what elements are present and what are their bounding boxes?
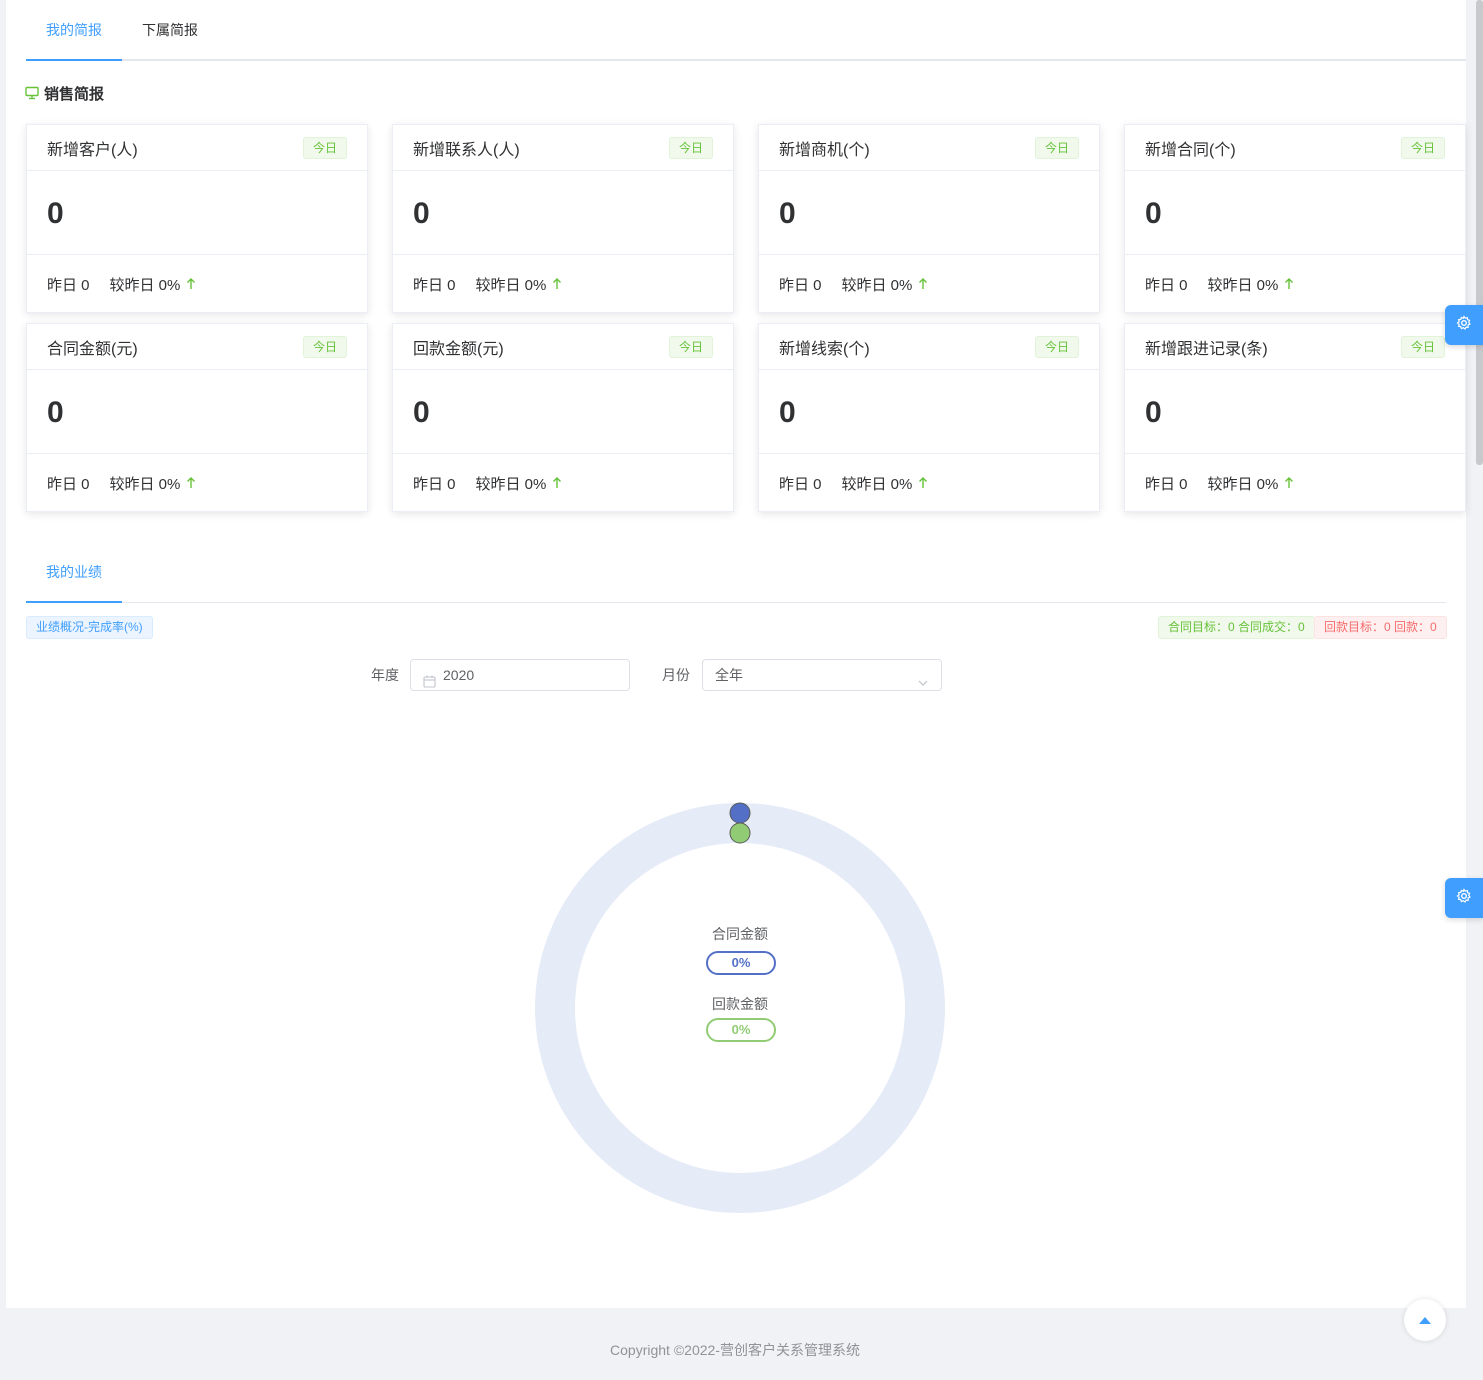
- brief-tabs: 我的简报 下属简报: [26, 0, 1466, 61]
- payment-progress-marker: [729, 822, 751, 844]
- card-value: 0: [759, 171, 1099, 255]
- payment-percent-pill: 0%: [706, 1018, 776, 1042]
- yesterday-value: 昨日 0: [779, 475, 822, 493]
- compare-value: 较昨日 0%: [1207, 276, 1279, 294]
- yesterday-value: 昨日 0: [1145, 276, 1188, 294]
- arrow-up-icon: [186, 477, 196, 489]
- tab-active-indicator: [26, 601, 122, 603]
- today-tag: 今日: [668, 335, 713, 358]
- tab-my-performance[interactable]: 我的业绩: [26, 543, 122, 603]
- stat-card-new-contracts: 新增合同(个) 今日 0 昨日 0 较昨日 0%: [1124, 124, 1466, 313]
- card-value: 0: [393, 171, 733, 255]
- compare-value: 较昨日 0%: [109, 475, 181, 493]
- stat-card-new-leads: 新增线索(个) 今日 0 昨日 0 较昨日 0%: [758, 323, 1100, 512]
- month-select[interactable]: 全年: [702, 659, 942, 691]
- settings-button-secondary[interactable]: [1445, 878, 1483, 918]
- stat-card-payment-amount: 回款金额(元) 今日 0 昨日 0 较昨日 0%: [392, 323, 734, 512]
- card-title: 新增商机(个): [779, 141, 870, 159]
- yesterday-value: 昨日 0: [779, 276, 822, 294]
- main-content: 我的简报 下属简报 销售简报 新增客户(人) 今日 0 昨日 0 较昨日 0% 新增…: [6, 0, 1466, 1308]
- tab-active-indicator: [26, 59, 122, 61]
- card-value: 0: [27, 370, 367, 454]
- performance-tabs: 我的业绩: [26, 543, 1446, 603]
- compare-value: 较昨日 0%: [841, 475, 913, 493]
- tab-subordinate-brief[interactable]: 下属简报: [122, 0, 218, 61]
- arrow-up-icon: [552, 278, 562, 290]
- contract-summary-tag: 合同目标：0 合同成交：0: [1158, 616, 1315, 639]
- stat-card-new-opportunities: 新增商机(个) 今日 0 昨日 0 较昨日 0%: [758, 124, 1100, 313]
- contract-percent-pill: 0%: [706, 951, 776, 975]
- settings-button[interactable]: [1445, 305, 1483, 345]
- tab-my-brief[interactable]: 我的简报: [26, 0, 122, 61]
- today-tag: 今日: [1400, 335, 1445, 358]
- payment-summary-tag: 回款目标：0 回款：0: [1314, 616, 1447, 639]
- year-label: 年度: [371, 667, 399, 683]
- compare-value: 较昨日 0%: [1207, 475, 1279, 493]
- performance-overview-tag: 业绩概况-完成率(%): [26, 616, 153, 639]
- gear-icon: [1456, 887, 1472, 909]
- year-picker[interactable]: 2020: [410, 659, 630, 691]
- arrow-up-icon: [918, 278, 928, 290]
- stat-card-new-contacts: 新增联系人(人) 今日 0 昨日 0 较昨日 0%: [392, 124, 734, 313]
- card-value: 0: [393, 370, 733, 454]
- calendar-icon: [423, 668, 436, 698]
- today-tag: 今日: [1400, 136, 1445, 159]
- performance-ring-chart: 合同金额 0% 回款金额 0%: [510, 778, 970, 1238]
- arrow-up-icon: [1284, 477, 1294, 489]
- card-title: 新增客户(人): [47, 141, 138, 159]
- card-title: 新增联系人(人): [413, 141, 520, 159]
- stat-card-new-customers: 新增客户(人) 今日 0 昨日 0 较昨日 0%: [26, 124, 368, 313]
- section-title: 销售简报: [44, 85, 105, 103]
- page-scrollbar[interactable]: [1476, 0, 1483, 465]
- card-value: 0: [1125, 171, 1465, 255]
- gear-icon: [1456, 314, 1472, 336]
- chevron-down-icon: [917, 669, 929, 699]
- today-tag: 今日: [668, 136, 713, 159]
- caret-up-icon: [1419, 1311, 1431, 1329]
- card-title: 新增合同(个): [1145, 141, 1236, 159]
- month-label: 月份: [662, 667, 690, 683]
- yesterday-value: 昨日 0: [47, 475, 90, 493]
- yesterday-value: 昨日 0: [1145, 475, 1188, 493]
- compare-value: 较昨日 0%: [109, 276, 181, 294]
- card-value: 0: [27, 171, 367, 255]
- stat-card-contract-amount: 合同金额(元) 今日 0 昨日 0 较昨日 0%: [26, 323, 368, 512]
- yesterday-value: 昨日 0: [413, 276, 456, 294]
- yesterday-value: 昨日 0: [47, 276, 90, 294]
- month-value: 全年: [715, 667, 743, 683]
- today-tag: 今日: [1034, 335, 1079, 358]
- arrow-up-icon: [186, 278, 196, 290]
- footer-copyright: Copyright ©2022-营创客户关系管理系统: [610, 1342, 860, 1358]
- payment-amount-label: 回款金额: [712, 996, 768, 1012]
- contract-progress-marker: [729, 802, 751, 824]
- contract-amount-label: 合同金额: [712, 926, 768, 942]
- card-title: 回款金额(元): [413, 340, 504, 358]
- today-tag: 今日: [302, 335, 347, 358]
- back-to-top-button[interactable]: [1404, 1299, 1446, 1341]
- year-value: 2020: [443, 667, 475, 683]
- compare-value: 较昨日 0%: [841, 276, 913, 294]
- today-tag: 今日: [302, 136, 347, 159]
- card-value: 0: [759, 370, 1099, 454]
- card-title: 合同金额(元): [47, 340, 138, 358]
- arrow-up-icon: [552, 477, 562, 489]
- arrow-up-icon: [918, 477, 928, 489]
- compare-value: 较昨日 0%: [475, 276, 547, 294]
- monitor-icon: [25, 86, 39, 100]
- card-value: 0: [1125, 370, 1465, 454]
- arrow-up-icon: [1284, 278, 1294, 290]
- yesterday-value: 昨日 0: [413, 475, 456, 493]
- sales-brief-heading: 销售简报: [25, 82, 104, 104]
- stat-card-new-followups: 新增跟进记录(条) 今日 0 昨日 0 较昨日 0%: [1124, 323, 1466, 512]
- card-title: 新增线索(个): [779, 340, 870, 358]
- today-tag: 今日: [1034, 136, 1079, 159]
- card-title: 新增跟进记录(条): [1145, 340, 1268, 358]
- compare-value: 较昨日 0%: [475, 475, 547, 493]
